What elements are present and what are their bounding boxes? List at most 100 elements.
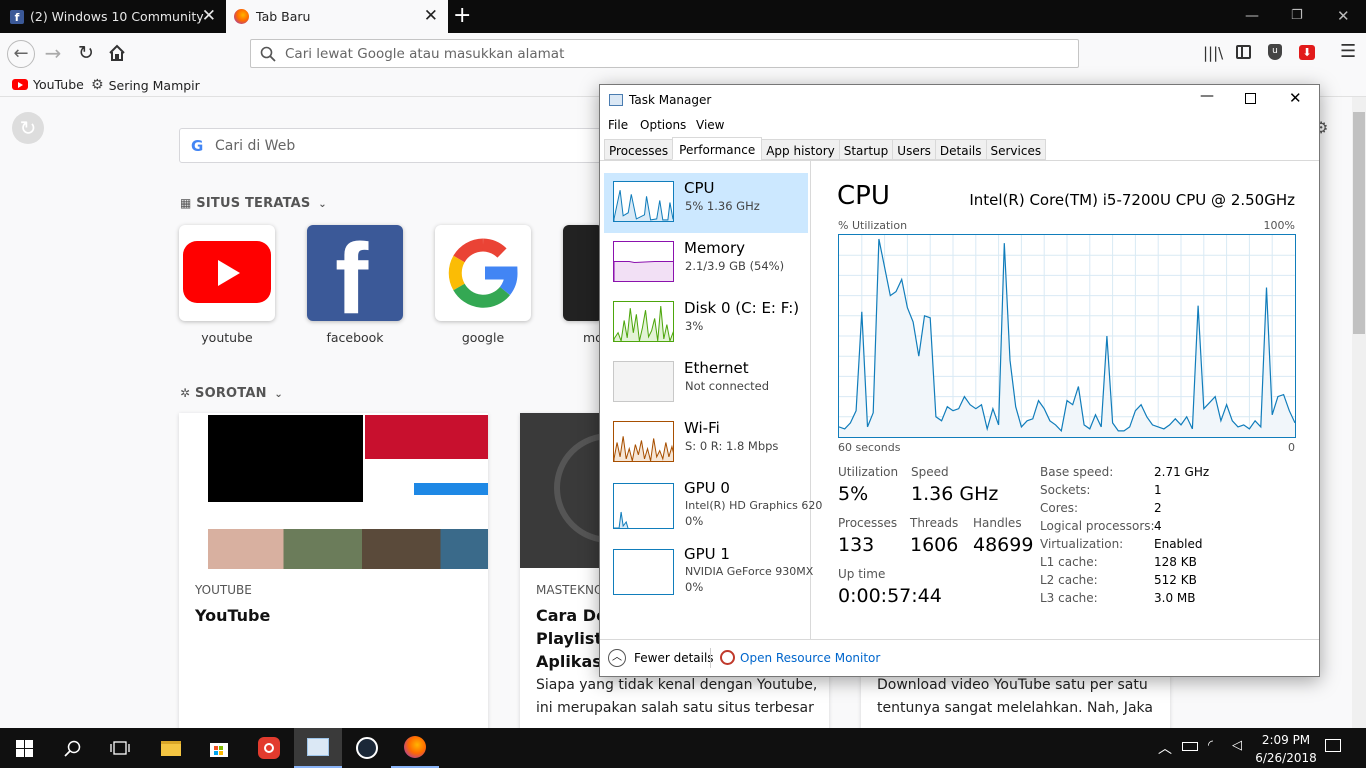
reload-icon[interactable]: ↻ <box>73 41 99 67</box>
ublock-icon[interactable]: u <box>1268 44 1282 60</box>
chevron-up-icon[interactable]: ︿ <box>608 649 626 667</box>
volume-icon[interactable]: ◁ <box>1232 738 1242 753</box>
resource-gpu0[interactable]: GPU 0 Intel(R) HD Graphics 620 0% <box>604 473 822 537</box>
task-manager-footer: ︿ Fewer details Open Resource Monitor <box>600 639 1319 676</box>
sidebar-icon[interactable] <box>1236 45 1251 59</box>
library-icon[interactable]: |||\ <box>1203 44 1223 62</box>
menu-options[interactable]: Options <box>640 118 686 132</box>
highlight-card-youtube[interactable]: YOUTUBE YouTube <box>179 413 488 743</box>
top-site-label: youtube <box>201 330 253 345</box>
tab-services[interactable]: Services <box>985 139 1047 160</box>
tab-processes[interactable]: Processes <box>604 139 674 160</box>
minimize-icon[interactable]: — <box>1245 8 1259 24</box>
tab-app-history[interactable]: App history <box>761 139 840 160</box>
back-arrow-icon[interactable]: ← <box>7 40 35 68</box>
resource-sub: 3% <box>685 319 704 333</box>
top-site-partial[interactable] <box>563 225 603 321</box>
clock-time[interactable]: 2:09 PM <box>1258 733 1314 747</box>
resource-list: CPU 5% 1.36 GHz Memory 2.1/3.9 GB (54%) … <box>600 161 822 639</box>
resource-sub: 5% 1.36 GHz <box>685 199 760 213</box>
top-site-label: google <box>461 330 505 345</box>
search-icon[interactable] <box>48 728 96 768</box>
detail-value: 4 <box>1154 519 1162 533</box>
graph-bottom-right: 0 <box>1288 441 1295 454</box>
chevron-down-icon: ⌄ <box>274 389 284 400</box>
start-button[interactable] <box>0 728 48 768</box>
menu-file[interactable]: File <box>608 118 628 132</box>
wifi-icon[interactable]: ◜ <box>1208 738 1213 753</box>
bookmark-youtube[interactable]: YouTube <box>12 77 84 92</box>
resource-sub: S: 0 R: 1.8 Mbps <box>685 439 779 453</box>
file-explorer-icon[interactable] <box>147 728 195 768</box>
close-tab-icon[interactable]: ✕ <box>424 8 438 25</box>
close-icon[interactable]: ✕ <box>1289 89 1302 107</box>
resource-ethernet[interactable]: Ethernet Not connected <box>604 353 808 413</box>
resource-name: CPU <box>684 179 715 197</box>
task-manager-taskbar-icon[interactable] <box>294 728 342 768</box>
menu-hamburger-icon[interactable]: ☰ <box>1340 41 1356 62</box>
detail-key: Logical processors: <box>1040 519 1155 533</box>
battery-icon[interactable] <box>1182 742 1198 751</box>
close-tab-icon[interactable]: ✕ <box>202 8 216 25</box>
web-search-placeholder: Cari di Web <box>215 138 296 154</box>
disk-mini-graph <box>613 301 674 342</box>
resource-disk[interactable]: Disk 0 (C: E: F:) 3% <box>604 293 808 353</box>
task-manager-window: Task Manager — ✕ File Options View Proce… <box>599 84 1320 677</box>
url-bar[interactable]: Cari lewat Google atau masukkan alamat <box>250 39 1079 68</box>
tab-performance[interactable]: Performance <box>672 137 763 160</box>
resource-wifi[interactable]: Wi-Fi S: 0 R: 1.8 Mbps <box>604 413 808 473</box>
tab-new-tab[interactable]: Tab Baru ✕ <box>226 0 448 33</box>
menu-view[interactable]: View <box>696 118 724 132</box>
download-helper-icon[interactable]: ⬇ <box>1299 45 1315 60</box>
cpu-graph-svg <box>838 235 1296 437</box>
play-icon <box>218 260 240 286</box>
detail-key: Sockets: <box>1040 483 1091 497</box>
camera-app-icon[interactable] <box>245 728 293 768</box>
resource-sub2: 0% <box>685 514 704 528</box>
maximize-icon[interactable] <box>1245 93 1256 104</box>
scrollbar-thumb[interactable] <box>1353 112 1365 334</box>
tab-details[interactable]: Details <box>934 139 987 160</box>
card-text-line: Download video YouTube satu per satu <box>877 677 1148 693</box>
fewer-details-link[interactable]: Fewer details <box>634 651 714 665</box>
clock-date[interactable]: 6/26/2018 <box>1254 751 1318 765</box>
tab-startup[interactable]: Startup <box>838 139 894 160</box>
uptime-label: Up time <box>838 567 886 581</box>
open-resource-monitor-link[interactable]: Open Resource Monitor <box>740 651 880 665</box>
minimize-icon[interactable]: — <box>1200 88 1214 104</box>
store-icon[interactable] <box>195 728 243 768</box>
top-site-youtube[interactable] <box>179 225 275 321</box>
top-site-label: facebook <box>326 330 384 345</box>
steam-icon[interactable] <box>343 728 391 768</box>
detail-value: Enabled <box>1154 537 1203 551</box>
task-view-icon[interactable] <box>96 728 144 768</box>
close-window-icon[interactable]: ✕ <box>1337 7 1350 25</box>
bookmark-label: Sering Mampir <box>108 77 200 93</box>
new-tab-plus-icon[interactable]: + <box>453 4 471 28</box>
highlights-heading[interactable]: ✲ SOROTAN ⌄ <box>180 386 283 401</box>
action-center-icon[interactable] <box>1325 739 1341 752</box>
gpu1-mini-graph <box>613 549 674 595</box>
tab-users[interactable]: Users <box>892 139 936 160</box>
chevron-up-icon[interactable]: ︿ <box>1158 738 1172 758</box>
forward-arrow-icon[interactable]: → <box>40 41 66 67</box>
restore-icon[interactable]: ❐ <box>1291 8 1303 23</box>
resource-sub: NVIDIA GeForce 930MX <box>685 565 814 578</box>
tab-windows10-community[interactable]: f (2) Windows 10 Community ✕ <box>0 0 226 33</box>
resource-cpu[interactable]: CPU 5% 1.36 GHz <box>604 173 808 233</box>
web-search-box[interactable]: G Cari di Web <box>179 128 659 163</box>
threads-label: Threads <box>910 516 959 530</box>
top-sites-heading[interactable]: ▦ SITUS TERATAS ⌄ <box>180 196 327 211</box>
cpu-utilization-graph <box>838 234 1296 438</box>
firefox-taskbar-icon[interactable] <box>391 728 439 768</box>
resource-gpu1[interactable]: GPU 1 NVIDIA GeForce 930MX 0% <box>604 539 813 603</box>
detail-key: L1 cache: <box>1040 555 1098 569</box>
top-site-facebook[interactable]: f <box>307 225 403 321</box>
top-site-google[interactable] <box>435 225 531 321</box>
detail-value: 1 <box>1154 483 1162 497</box>
detail-key: L2 cache: <box>1040 573 1098 587</box>
bookmark-most-visited[interactable]: ⚙ Sering Mampir <box>91 77 200 93</box>
home-icon[interactable] <box>104 41 130 67</box>
resource-memory[interactable]: Memory 2.1/3.9 GB (54%) <box>604 233 808 293</box>
url-bar-placeholder: Cari lewat Google atau masukkan alamat <box>285 46 565 62</box>
